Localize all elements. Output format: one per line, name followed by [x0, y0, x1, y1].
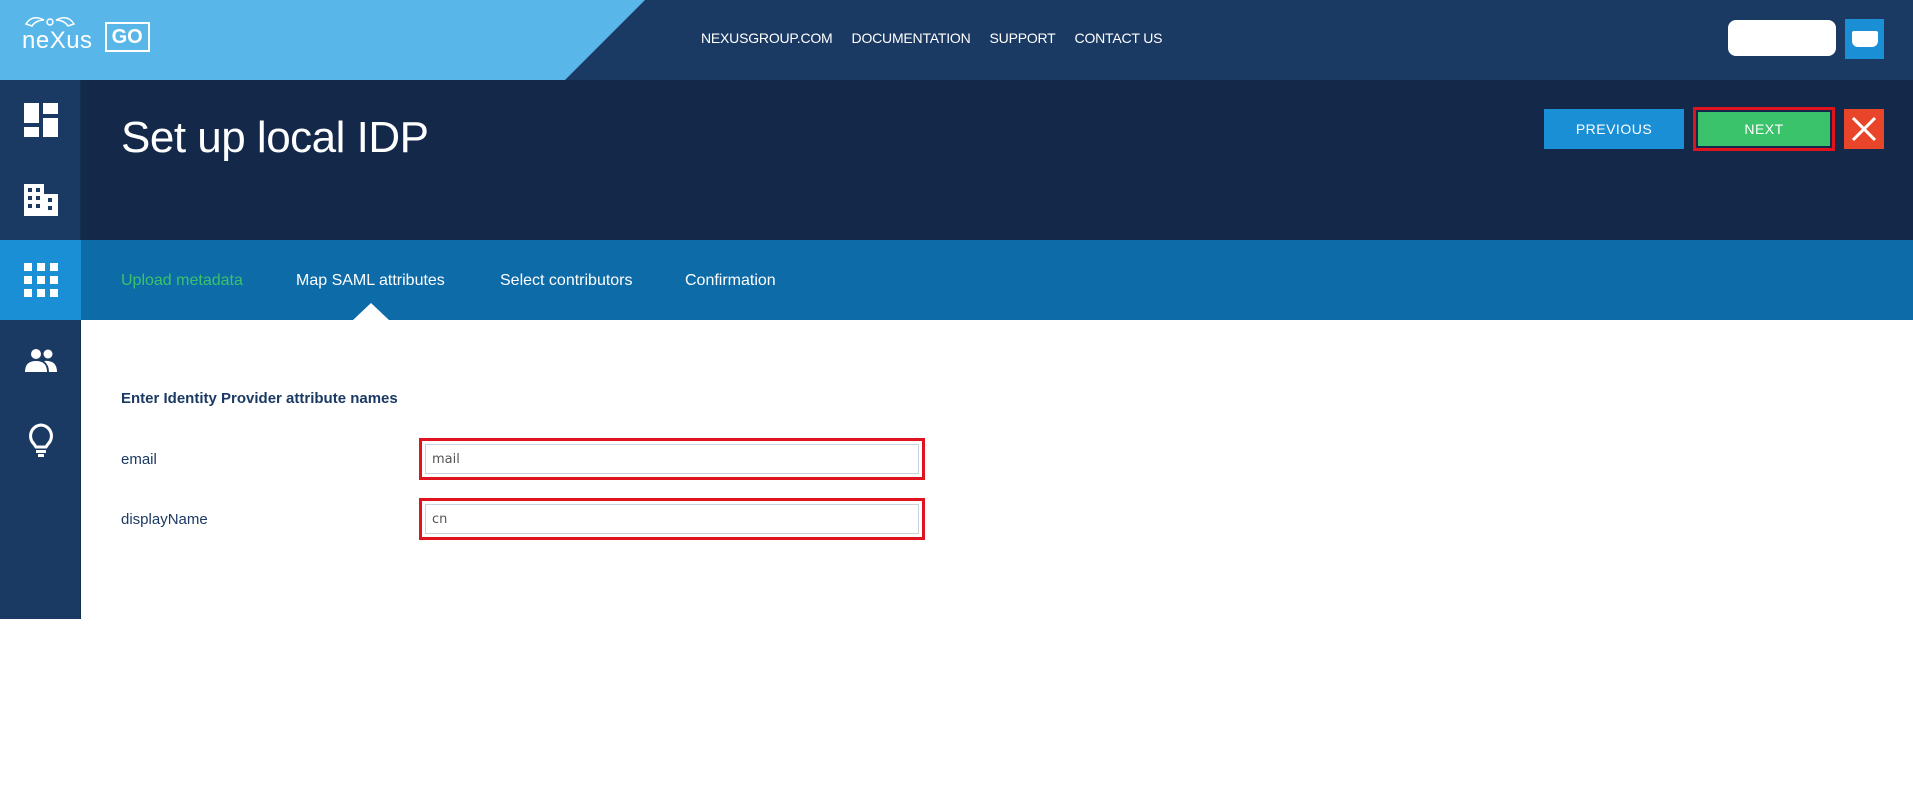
sidebar-item-insights[interactable] — [0, 400, 81, 480]
email-attribute-input[interactable] — [425, 444, 919, 474]
logo-wordmark: neXus — [22, 27, 93, 54]
tab-upload-metadata[interactable]: Upload metadata — [121, 272, 243, 290]
next-button[interactable]: NEXT — [1698, 112, 1830, 146]
tab-confirmation[interactable]: Confirmation — [685, 272, 776, 290]
active-tab-indicator — [353, 303, 389, 320]
sidebar-item-organizations[interactable] — [0, 160, 81, 240]
nav-link-nexusgroup[interactable]: NEXUSGROUP.COM — [701, 30, 833, 46]
tab-map-saml-attributes[interactable]: Map SAML attributes — [296, 272, 445, 290]
display-name-field-highlight — [419, 498, 925, 540]
email-field-highlight — [419, 438, 925, 480]
next-button-highlight: NEXT — [1693, 107, 1835, 151]
logo-go-badge: GO — [104, 22, 150, 52]
display-name-label: displayName — [121, 511, 208, 528]
people-icon — [24, 349, 57, 372]
nav-link-documentation[interactable]: DOCUMENTATION — [852, 30, 971, 46]
sidebar-item-apps[interactable] — [0, 240, 81, 320]
wizard-steps-bar: Upload metadata Map SAML attributes Sele… — [81, 240, 1913, 320]
nexus-go-logo[interactable]: neXus GO — [22, 17, 150, 54]
nav-link-support[interactable]: SUPPORT — [990, 30, 1056, 46]
user-account-box[interactable] — [1728, 20, 1836, 56]
dashboard-icon — [23, 103, 58, 137]
section-title: Enter Identity Provider attribute names — [121, 390, 398, 407]
user-menu-button[interactable] — [1845, 19, 1884, 59]
apps-grid-icon — [23, 263, 58, 297]
top-bar: neXus GO NEXUSGROUP.COM DOCUMENTATION SU… — [0, 0, 1913, 80]
sidebar-item-dashboard[interactable] — [0, 80, 81, 160]
building-icon — [23, 184, 58, 216]
sidebar — [0, 80, 81, 619]
tab-select-contributors[interactable]: Select contributors — [500, 272, 633, 290]
email-label: email — [121, 451, 157, 468]
nav-link-contact-us[interactable]: CONTACT US — [1075, 30, 1163, 46]
close-icon — [1851, 116, 1877, 142]
display-name-attribute-input[interactable] — [425, 504, 919, 534]
close-button[interactable] — [1844, 109, 1884, 149]
top-navigation: NEXUSGROUP.COM DOCUMENTATION SUPPORT CON… — [701, 30, 1162, 46]
monitor-icon — [1851, 31, 1878, 47]
sidebar-item-users[interactable] — [0, 320, 81, 400]
lightbulb-icon — [28, 423, 53, 457]
page-title: Set up local IDP — [121, 113, 429, 162]
previous-button[interactable]: PREVIOUS — [1544, 109, 1684, 149]
